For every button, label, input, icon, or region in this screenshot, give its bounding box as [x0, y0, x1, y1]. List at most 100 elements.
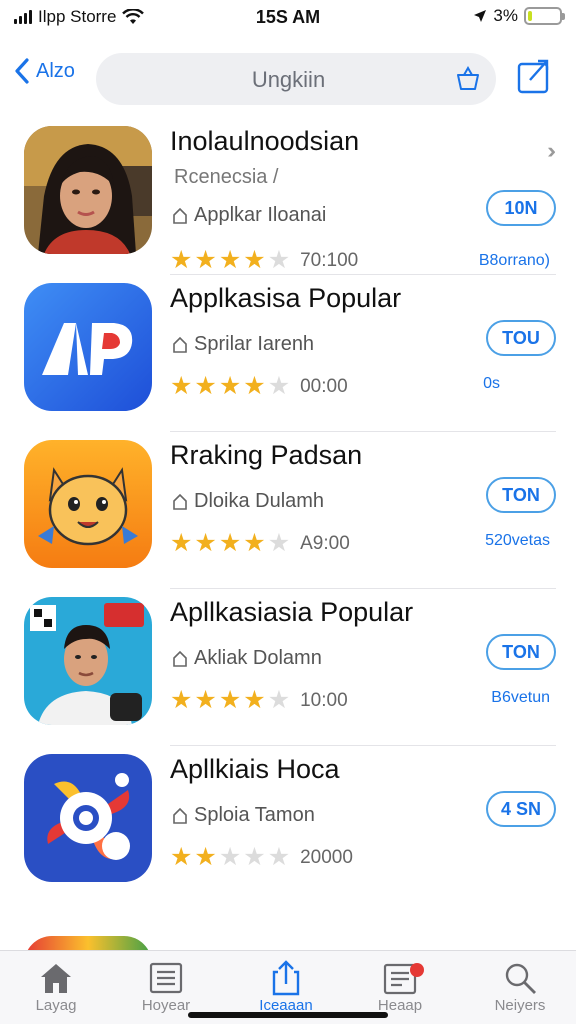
get-button[interactable]: TOU: [486, 320, 556, 356]
star-icon: ★: [194, 529, 217, 557]
list-item[interactable]: Apllkasiasia Popular Akliak Dolamn ★ ★ ★…: [0, 589, 576, 746]
star-rating: ★ ★ ★ ★ ★ A9:00: [170, 531, 350, 556]
app-size: B6vetun: [491, 689, 550, 706]
star-icon: ★: [218, 686, 242, 714]
tag-icon: [173, 650, 187, 667]
home-icon: [41, 964, 71, 993]
get-button[interactable]: TON: [486, 634, 556, 670]
rating-count: 70:100: [300, 249, 359, 271]
star-icon: ★: [243, 246, 266, 274]
app-category-label: Sploia Tamon: [194, 804, 315, 826]
app-list: Inolaulnoodsian Rcenecsia / Applkar Iloa…: [0, 118, 576, 903]
get-button[interactable]: 10N: [486, 190, 556, 226]
star-icon: ★: [218, 843, 242, 871]
tab-share[interactable]: Iceaaan: [238, 959, 334, 1014]
tag-icon: [173, 336, 187, 353]
share-icon[interactable]: [516, 58, 552, 96]
rating-count: 10:00: [300, 689, 348, 711]
tab-bar: Layag Hoyear Iceaaan Heaap Neiyers: [0, 950, 576, 1024]
star-icon: ★: [218, 372, 242, 400]
star-icon: ★: [170, 529, 193, 557]
app-size: 0s: [483, 375, 500, 392]
tab-search[interactable]: Neiyers: [472, 959, 568, 1014]
star-icon: ★: [267, 372, 291, 400]
app-title: Rraking Padsan: [170, 440, 363, 470]
app-title: Inolaulnoodsian: [170, 126, 360, 156]
get-button[interactable]: 4 SN: [486, 791, 556, 827]
app-size: 520vetas: [485, 532, 550, 549]
star-icon: ★: [218, 246, 242, 274]
app-category: Dloika Dulamh: [172, 490, 324, 513]
rating-count: 20000: [300, 846, 353, 868]
star-icon: ★: [267, 843, 291, 871]
list-icon: [149, 962, 183, 994]
star-rating: ★ ★ ★ ★ ★ 70:100: [170, 248, 358, 273]
star-icon: ★: [194, 372, 217, 400]
app-category: Sprilar Iarenh: [172, 333, 314, 356]
star-icon: ★: [267, 529, 291, 557]
app-category-label: Sprilar Iarenh: [194, 333, 315, 355]
star-icon: ★: [243, 843, 266, 871]
app-title: Apllkasiasia Popular: [170, 597, 414, 627]
app-category: Sploia Tamon: [172, 804, 315, 827]
tag-icon: [173, 807, 187, 824]
star-rating: ★ ★ ★ ★ ★ 10:00: [170, 688, 348, 713]
share-icon: [272, 960, 300, 996]
star-icon: ★: [170, 686, 193, 714]
star-icon: ★: [194, 843, 217, 871]
status-right: 3%: [473, 6, 565, 26]
chevron-right-icon[interactable]: › ›: [547, 138, 555, 164]
star-icon: ★: [243, 529, 266, 557]
star-icon: ★: [170, 246, 193, 274]
search-query: Ungkiin: [251, 67, 326, 92]
app-title: Apllkiais Hoca: [170, 754, 340, 784]
list-item[interactable]: Applkasisa Popular Sprilar Iarenh ★ ★ ★ …: [0, 275, 576, 432]
tab-label: Neiyers: [494, 997, 546, 1014]
location-arrow-icon: [474, 10, 487, 22]
tab-list[interactable]: Hoyear: [118, 959, 214, 1014]
battery-percent: 3%: [493, 6, 518, 25]
star-icon: ★: [170, 372, 193, 400]
list-item[interactable]: Inolaulnoodsian Rcenecsia / Applkar Iloa…: [0, 118, 576, 275]
tab-label: Layag: [35, 997, 77, 1014]
tab-inbox[interactable]: Heaap: [352, 959, 448, 1014]
list-item[interactable]: Apllkiais Hoca Sploia Tamon ★ ★ ★ ★ ★ 20…: [0, 746, 576, 903]
status-bar: Ilpp Storre 15S AM 3%: [0, 0, 576, 34]
star-icon: ★: [267, 686, 291, 714]
star-icon: ★: [243, 372, 266, 400]
back-button[interactable]: Alzo: [14, 58, 75, 84]
portrait-woman-icon: [24, 126, 152, 254]
app-category-label: Applkar Iloanai: [194, 204, 327, 226]
app-size: B8orrano): [478, 252, 550, 269]
star-rating: ★ ★ ★ ★ ★ 00:00: [170, 374, 348, 399]
tag-icon: [173, 493, 187, 510]
app-category-label: Akliak Dolamn: [194, 647, 322, 669]
tab-home[interactable]: Layag: [8, 959, 104, 1014]
cart-icon[interactable]: [454, 65, 482, 93]
star-icon: ★: [243, 686, 266, 714]
list-item[interactable]: Rraking Padsan Dloika Dulamh ★ ★ ★ ★ ★ A…: [0, 432, 576, 589]
notification-badge: [410, 963, 424, 977]
search-icon: [505, 963, 536, 994]
portrait-man-icon: [24, 597, 152, 725]
get-button[interactable]: TON: [486, 477, 556, 513]
star-icon: ★: [218, 529, 242, 557]
app-category: Applkar Iloanai: [172, 204, 326, 227]
star-rating: ★ ★ ★ ★ ★ 20000: [170, 845, 353, 870]
star-icon: ★: [170, 843, 193, 871]
app-category: Akliak Dolamn: [172, 647, 322, 670]
app-category-label: Dloika Dulamh: [194, 490, 325, 512]
rating-count: A9:00: [300, 532, 350, 554]
nav-bar: Alzo Ungkiin: [0, 50, 576, 108]
tag-icon: [173, 207, 187, 224]
app-subtitle: Rcenecsia /: [174, 166, 279, 188]
colorful-flower-icon: [24, 754, 152, 882]
search-field[interactable]: Ungkiin: [96, 53, 496, 105]
ap-logo-icon: [24, 283, 152, 411]
home-indicator: [188, 1012, 388, 1018]
star-icon: ★: [267, 246, 291, 274]
chevron-left-icon: [15, 58, 29, 84]
back-label: Alzo: [36, 59, 75, 82]
cartoon-fox-icon: [24, 440, 152, 568]
battery-icon: [524, 7, 565, 25]
